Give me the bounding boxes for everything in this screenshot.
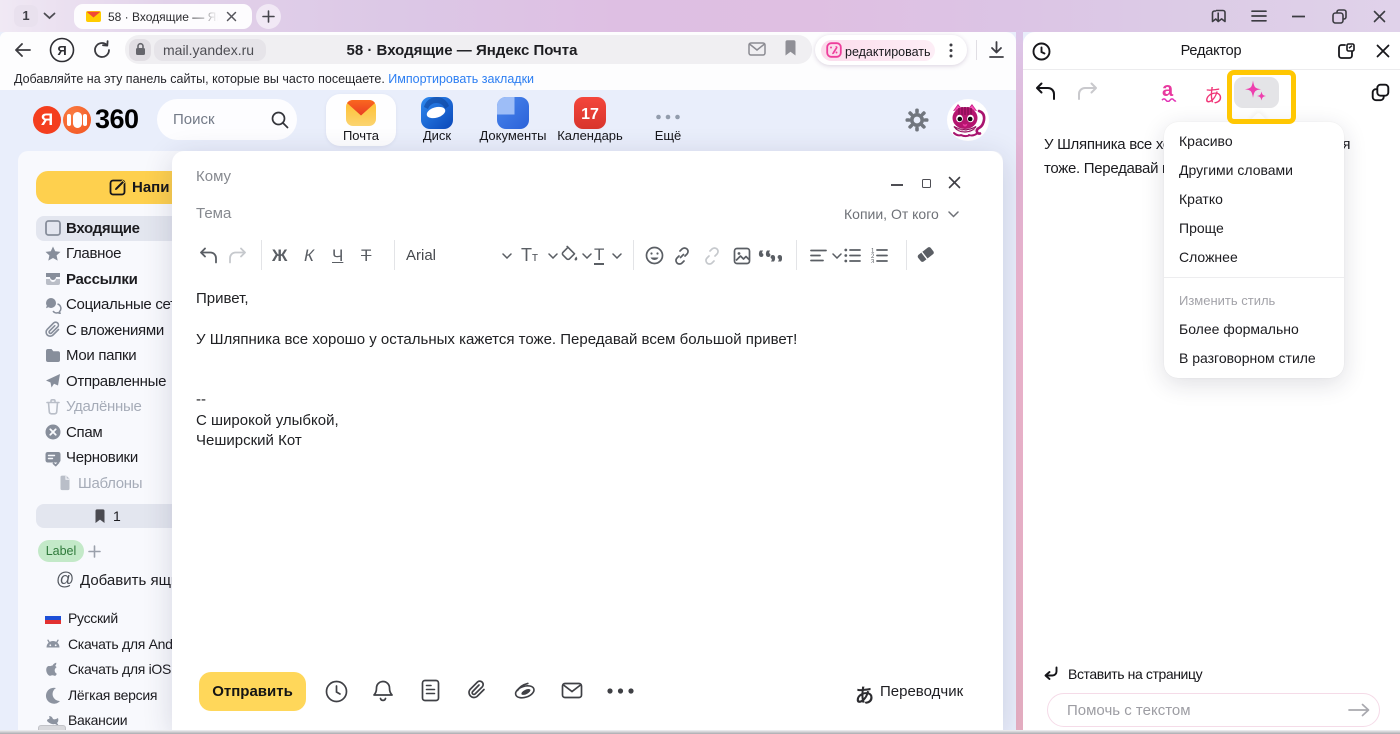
svg-text:Я: Я: [57, 43, 66, 58]
svg-text:3: 3: [871, 260, 875, 264]
svg-text:17: 17: [581, 106, 599, 123]
